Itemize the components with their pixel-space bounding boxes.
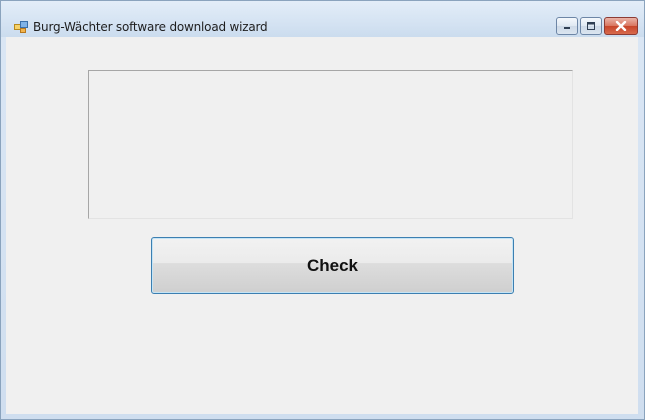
close-icon — [615, 21, 627, 31]
check-button[interactable]: Check — [151, 237, 514, 294]
maximize-icon — [587, 22, 595, 30]
output-text-area[interactable] — [88, 70, 573, 219]
client-area: Check — [6, 37, 638, 414]
caption-buttons — [556, 17, 638, 35]
maximize-button[interactable] — [580, 17, 602, 35]
window-title: Burg-Wächter software download wizard — [33, 20, 268, 34]
app-window-icon — [14, 21, 28, 33]
minimize-icon — [564, 27, 570, 29]
minimize-button[interactable] — [556, 17, 578, 35]
close-button[interactable] — [604, 17, 638, 35]
title-bar[interactable]: Burg-Wächter software download wizard — [1, 1, 644, 37]
app-window: Burg-Wächter software download wizard Ch… — [0, 0, 645, 420]
